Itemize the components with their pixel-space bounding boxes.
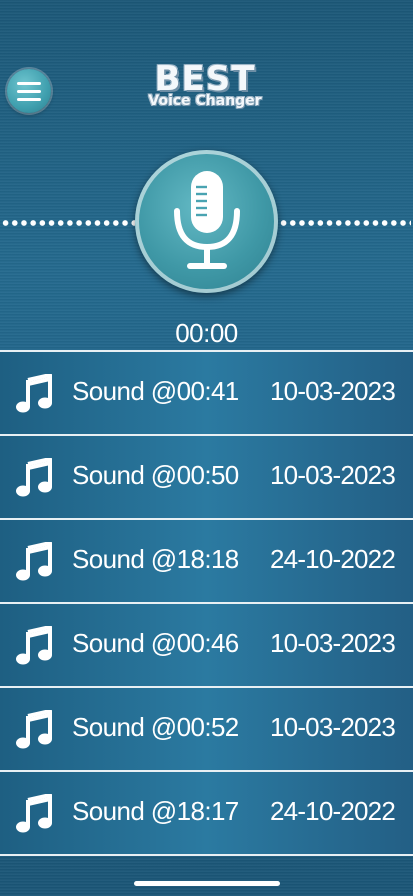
recording-name: Sound @00:50 [72,460,239,490]
menu-icon-bar [17,89,41,93]
music-note-icon [16,626,52,665]
recording-date: 24-10-2022 [270,544,396,574]
music-note-icon [16,374,52,413]
menu-button[interactable] [7,69,51,113]
waveform-dots-left [1,220,135,226]
recording-item[interactable]: Sound @18:17 24-10-2022 [0,772,413,856]
recording-item[interactable]: Sound @00:46 10-03-2023 [0,604,413,688]
recording-name: Sound @00:41 [72,376,239,406]
recording-item[interactable]: Sound @18:18 24-10-2022 [0,520,413,604]
recording-item[interactable]: Sound @00:52 10-03-2023 [0,688,413,772]
recording-name: Sound @00:52 [72,712,239,742]
recording-date: 24-10-2022 [270,796,396,826]
recording-date: 10-03-2023 [270,712,396,742]
recording-name: Sound @18:18 [72,544,239,574]
music-note-icon [16,542,52,581]
music-note-icon [16,794,52,833]
recording-item[interactable]: Sound @00:50 10-03-2023 [0,436,413,520]
logo-subtitle: Voice Changer [148,93,262,109]
menu-icon-bar [17,81,41,85]
music-note-icon [16,710,52,749]
microphone-icon [173,170,240,269]
recording-date: 10-03-2023 [270,460,396,490]
logo-title: BEST [154,59,256,99]
music-note-icon [16,458,52,497]
record-button[interactable] [135,150,278,293]
recording-date: 10-03-2023 [270,376,396,406]
home-indicator[interactable] [134,881,280,886]
waveform-dots-right [279,220,411,226]
menu-icon-bar [17,97,41,101]
recordings-list: Sound @00:41 10-03-2023 Sound @00:50 10-… [0,350,413,856]
recording-date: 10-03-2023 [270,628,396,658]
recording-timer: 00:00 [175,318,238,348]
recording-item[interactable]: Sound @00:41 10-03-2023 [0,352,413,436]
recording-name: Sound @18:17 [72,796,239,826]
app-logo: BEST Voice Changer [140,62,270,109]
recording-name: Sound @00:46 [72,628,239,658]
